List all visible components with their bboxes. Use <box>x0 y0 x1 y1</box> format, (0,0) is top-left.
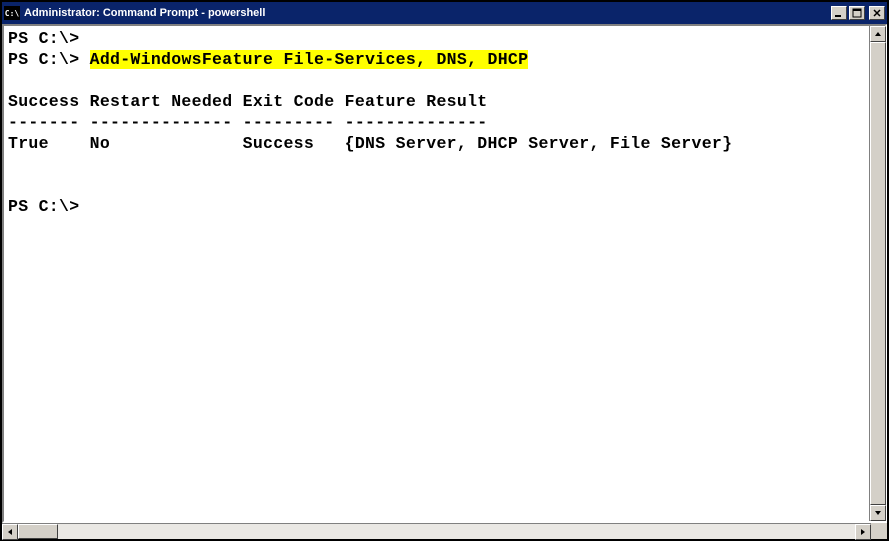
scroll-corner <box>871 523 887 539</box>
content-area: PS C:\> PS C:\> Add-WindowsFeature File-… <box>2 24 887 523</box>
terminal-line: PS C:\> <box>8 196 865 217</box>
minimize-button[interactable] <box>831 6 847 20</box>
app-icon: C:\ <box>4 6 20 20</box>
prompt: PS C:\> <box>8 29 90 48</box>
terminal-line: Success Restart Needed Exit Code Feature… <box>8 91 865 112</box>
prompt: PS C:\> <box>8 50 90 69</box>
terminal-output[interactable]: PS C:\> PS C:\> Add-WindowsFeature File-… <box>4 26 869 521</box>
terminal-line <box>8 70 865 91</box>
arrow-right-icon <box>861 529 865 535</box>
terminal-line <box>8 175 865 196</box>
scroll-track-horizontal[interactable] <box>18 524 855 539</box>
scroll-thumb-horizontal[interactable] <box>18 524 58 539</box>
arrow-up-icon <box>875 32 881 36</box>
scroll-thumb-vertical[interactable] <box>870 42 886 505</box>
horizontal-scrollbar[interactable] <box>2 523 871 539</box>
command-prompt-window: C:\ Administrator: Command Prompt - powe… <box>0 0 889 541</box>
titlebar[interactable]: C:\ Administrator: Command Prompt - powe… <box>2 2 887 24</box>
window-controls <box>831 6 885 20</box>
scroll-up-button[interactable] <box>870 26 886 42</box>
terminal-line <box>8 154 865 175</box>
horizontal-scroll-container <box>2 523 887 539</box>
arrow-left-icon <box>8 529 12 535</box>
command-text: Add-WindowsFeature File-Services, DNS, D… <box>90 50 529 69</box>
terminal-line: PS C:\> Add-WindowsFeature File-Services… <box>8 49 865 70</box>
prompt: PS C:\> <box>8 197 90 216</box>
terminal-line: ------- -------------- --------- -------… <box>8 112 865 133</box>
terminal-line: True No Success {DNS Server, DHCP Server… <box>8 133 865 154</box>
window-title: Administrator: Command Prompt - powershe… <box>24 7 831 19</box>
scroll-track-vertical[interactable] <box>870 42 885 505</box>
arrow-down-icon <box>875 511 881 515</box>
maximize-button[interactable] <box>849 6 865 20</box>
close-button[interactable] <box>869 6 885 20</box>
vertical-scrollbar[interactable] <box>869 26 885 521</box>
terminal-line: PS C:\> <box>8 28 865 49</box>
scroll-left-button[interactable] <box>2 524 18 540</box>
scroll-right-button[interactable] <box>855 524 871 540</box>
scroll-down-button[interactable] <box>870 505 886 521</box>
